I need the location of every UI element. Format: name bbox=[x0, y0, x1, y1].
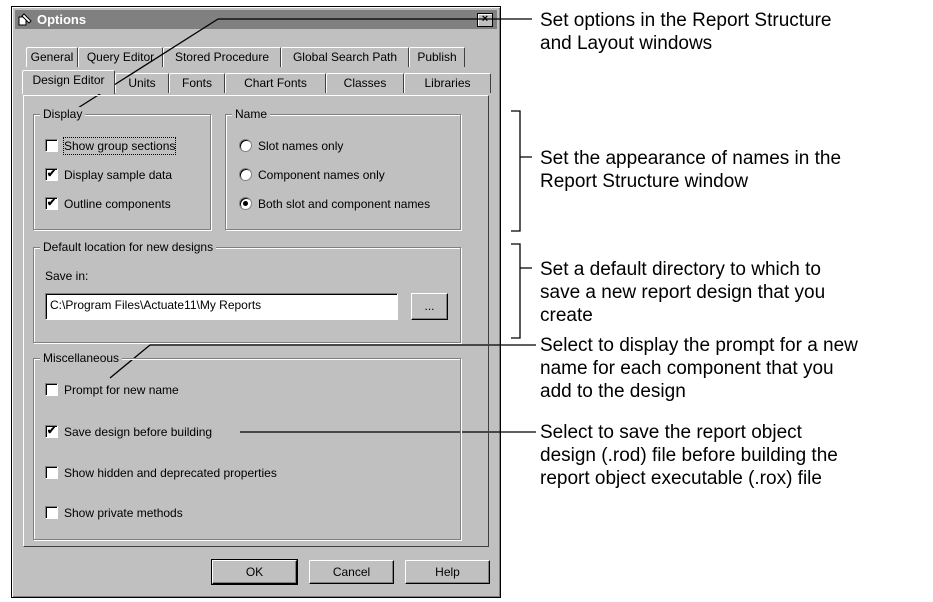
annotation-line: name for each component that you bbox=[540, 358, 834, 379]
checkbox-box[interactable] bbox=[45, 466, 58, 479]
checkbox-label: Save design before building bbox=[64, 425, 213, 439]
radio-circle[interactable] bbox=[239, 168, 252, 181]
annotation-line: save a new report design that you bbox=[540, 282, 826, 303]
tab-fonts[interactable]: Fonts bbox=[169, 73, 225, 93]
window-title: Options bbox=[37, 12, 87, 27]
radio-circle[interactable] bbox=[239, 197, 252, 210]
annotation-default-directory: Set a default directory to which to save… bbox=[540, 258, 825, 327]
tab-global-search-path[interactable]: Global Search Path bbox=[281, 47, 409, 67]
radio-circle[interactable] bbox=[239, 139, 252, 152]
annotation-prompt-new-name: Select to display the prompt for a new n… bbox=[540, 334, 858, 403]
annotation-save-design: Select to save the report object design … bbox=[540, 421, 838, 490]
save-in-label: Save in: bbox=[45, 269, 89, 283]
tab-libraries[interactable]: Libraries bbox=[404, 73, 491, 93]
close-icon[interactable]: × bbox=[477, 13, 493, 27]
annotation-line: Set options in the Report Structure bbox=[540, 10, 832, 31]
radio-label: Component names only bbox=[258, 168, 385, 182]
annotation-line: Set a default directory to which to bbox=[540, 259, 821, 280]
name-group-title: Name bbox=[232, 107, 271, 121]
annotation-line: create bbox=[540, 305, 593, 326]
title-bar: Options × bbox=[15, 10, 497, 29]
tab-general[interactable]: General bbox=[26, 47, 78, 67]
default-location-group: Default location for new designs Save in… bbox=[33, 240, 461, 343]
checkbox-box[interactable] bbox=[45, 383, 58, 396]
checkbox-box[interactable]: ✔ bbox=[45, 425, 58, 438]
display-group: Display Show group sections ✔ Display sa… bbox=[33, 107, 211, 230]
annotation-report-structure-layout: Set options in the Report Structure and … bbox=[540, 9, 832, 55]
miscellaneous-group: Miscellaneous Prompt for new name ✔ Save… bbox=[33, 351, 461, 540]
help-button[interactable]: Help bbox=[405, 560, 490, 584]
tab-classes[interactable]: Classes bbox=[326, 73, 404, 93]
checkbox-box[interactable]: ✔ bbox=[45, 168, 58, 181]
tab-stored-procedure[interactable]: Stored Procedure bbox=[163, 47, 281, 67]
display-group-title: Display bbox=[40, 107, 86, 121]
checkbox-box[interactable] bbox=[45, 506, 58, 519]
save-in-path-field[interactable]: C:\Program Files\Actuate11\My Reports bbox=[45, 293, 398, 320]
checkbox-label: Outline components bbox=[64, 197, 171, 211]
browse-button[interactable]: ... bbox=[411, 293, 448, 320]
annotation-line: Set the appearance of names in the bbox=[540, 148, 842, 169]
checkbox-box[interactable] bbox=[45, 139, 58, 152]
tab-units[interactable]: Units bbox=[115, 73, 169, 93]
tab-design-editor[interactable]: Design Editor bbox=[22, 70, 115, 94]
cancel-button[interactable]: Cancel bbox=[309, 560, 394, 584]
options-dialog: Options × General Query Editor Stored Pr… bbox=[11, 6, 501, 598]
annotation-names: Set the appearance of names in the Repor… bbox=[540, 147, 841, 193]
annotation-line: Select to save the report object bbox=[540, 422, 802, 443]
annotation-line: add to the design bbox=[540, 381, 686, 402]
name-group: Name Slot names only Component names onl… bbox=[225, 107, 461, 230]
tab-chart-fonts[interactable]: Chart Fonts bbox=[225, 73, 326, 93]
miscellaneous-title: Miscellaneous bbox=[40, 351, 123, 365]
radio-label: Both slot and component names bbox=[258, 197, 431, 211]
annotation-line: and Layout windows bbox=[540, 33, 713, 54]
radio-label: Slot names only bbox=[258, 139, 344, 153]
annotation-line: design (.rod) file before building the bbox=[540, 445, 838, 466]
checkbox-label: Show private methods bbox=[64, 506, 183, 520]
checkbox-label: Show hidden and deprecated properties bbox=[64, 466, 277, 480]
ok-button[interactable]: OK bbox=[211, 559, 298, 585]
default-location-title: Default location for new designs bbox=[40, 240, 217, 254]
checkbox-label: Prompt for new name bbox=[64, 383, 179, 397]
tab-publish[interactable]: Publish bbox=[409, 47, 465, 67]
annotation-line: Report Structure window bbox=[540, 171, 749, 192]
options-app-icon bbox=[18, 13, 32, 26]
annotation-line: report object executable (.rox) file bbox=[540, 468, 822, 489]
checkbox-box[interactable]: ✔ bbox=[45, 197, 58, 210]
tab-query-editor[interactable]: Query Editor bbox=[78, 47, 163, 67]
bracket-name bbox=[511, 110, 532, 232]
checkbox-label: Show group sections bbox=[62, 137, 177, 155]
annotation-line: Select to display the prompt for a new bbox=[540, 335, 858, 356]
bracket-location bbox=[511, 243, 532, 339]
checkbox-label: Display sample data bbox=[64, 168, 173, 182]
